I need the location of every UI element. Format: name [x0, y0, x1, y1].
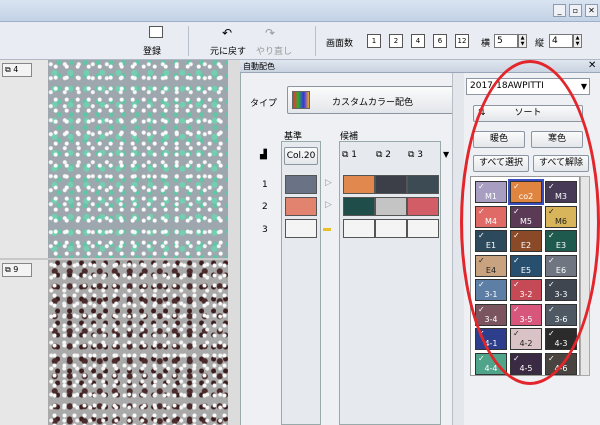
close-icon[interactable]: ✕ — [585, 4, 598, 17]
undo-icon[interactable]: ↶ — [222, 26, 232, 40]
pane-4-button[interactable]: 4 — [411, 34, 425, 48]
layer-icon: ⧉ — [342, 150, 352, 160]
redo-button: やり直し — [256, 47, 293, 57]
horizontal-input[interactable]: 5 — [494, 34, 518, 48]
pane-2-button[interactable]: 2 — [389, 34, 403, 48]
candidate-color[interactable] — [407, 197, 439, 216]
vertical-spinner-icon[interactable]: ▲ ▼ — [573, 34, 582, 48]
row-number: 3 — [262, 225, 268, 235]
candidate-color[interactable] — [375, 175, 407, 194]
row-number: 1 — [262, 180, 268, 190]
candidate-color[interactable] — [407, 219, 439, 238]
vertical-input[interactable]: 4 — [549, 34, 573, 48]
chevron-down-icon: ▼ — [580, 82, 587, 91]
type-value: カスタムカラー配色 — [332, 98, 414, 108]
pane-6-button[interactable]: 6 — [433, 34, 447, 48]
candidate-color[interactable] — [407, 175, 439, 194]
candidate-color[interactable] — [343, 175, 375, 194]
pattern-preview-1[interactable] — [48, 60, 228, 258]
title-bar — [0, 0, 600, 22]
base-color-2[interactable] — [285, 197, 317, 216]
candidate-color[interactable] — [343, 219, 375, 238]
candidate-tab-label: 2 — [385, 150, 392, 160]
canvas-gutter — [228, 60, 240, 425]
base-color-1[interactable] — [285, 175, 317, 194]
pane-12-button[interactable]: 12 — [455, 34, 469, 48]
row-tag-1[interactable]: ⧉ 4 — [2, 63, 32, 77]
type-select-button[interactable]: カスタムカラー配色 — [287, 86, 457, 114]
row-tag-2[interactable]: ⧉ 9 — [2, 263, 32, 277]
horizontal-label: 横 — [481, 39, 491, 49]
screen-count-label: 画面数 — [326, 39, 354, 49]
col-button[interactable]: Col.20 — [284, 147, 318, 165]
minimize-icon[interactable]: _ — [553, 4, 566, 17]
check-icon: ✓ — [478, 353, 485, 363]
candidate-tab-3[interactable]: ⧉ 3 — [408, 150, 423, 160]
panel-title: 自動配色 — [243, 62, 275, 71]
redo-icon: ↷ — [265, 26, 276, 40]
register-icon[interactable] — [149, 26, 163, 38]
candidate-color[interactable] — [375, 219, 407, 238]
pattern-preview-2[interactable] — [48, 260, 228, 425]
toolbar-divider — [315, 26, 316, 56]
corner-icon: ▟ — [260, 150, 267, 160]
candidate-tab-label: 3 — [417, 150, 424, 160]
candidate-tab-label: 1 — [351, 150, 358, 160]
pane-1-button[interactable]: 1 — [367, 34, 381, 48]
row-tag-label: 9 — [13, 265, 19, 274]
highlight-oval — [460, 60, 600, 385]
toolbar-divider — [188, 26, 189, 56]
arrow-right-icon: ▷ — [325, 200, 332, 210]
row-tag-label: 4 — [13, 65, 19, 74]
vertical-label: 縦 — [535, 39, 545, 49]
base-color-3[interactable] — [285, 219, 317, 238]
row-number: 2 — [262, 202, 268, 212]
layer-icon: ⧉ — [376, 150, 386, 160]
candidate-tab-1[interactable]: ⧉ 1 — [342, 150, 357, 160]
register-button[interactable]: 登録 — [143, 44, 161, 57]
type-label: タイプ — [250, 99, 278, 109]
dropdown-arrow-icon[interactable]: ▼ — [443, 150, 449, 159]
palette-icon — [292, 91, 310, 109]
horizontal-spinner-icon[interactable]: ▲ ▼ — [518, 34, 527, 48]
candidate-color[interactable] — [343, 197, 375, 216]
layer-icon: ⧉ — [408, 150, 418, 160]
restore-icon[interactable]: ▫ — [569, 4, 582, 17]
undo-button[interactable]: 元に戻す — [210, 44, 246, 57]
panel-close-icon[interactable]: ✕ — [588, 60, 596, 71]
candidate-color[interactable] — [375, 197, 407, 216]
candidate-tab-2[interactable]: ⧉ 2 — [376, 150, 391, 160]
arrow-right-icon: ▷ — [325, 178, 332, 188]
dash-marker — [323, 228, 331, 231]
